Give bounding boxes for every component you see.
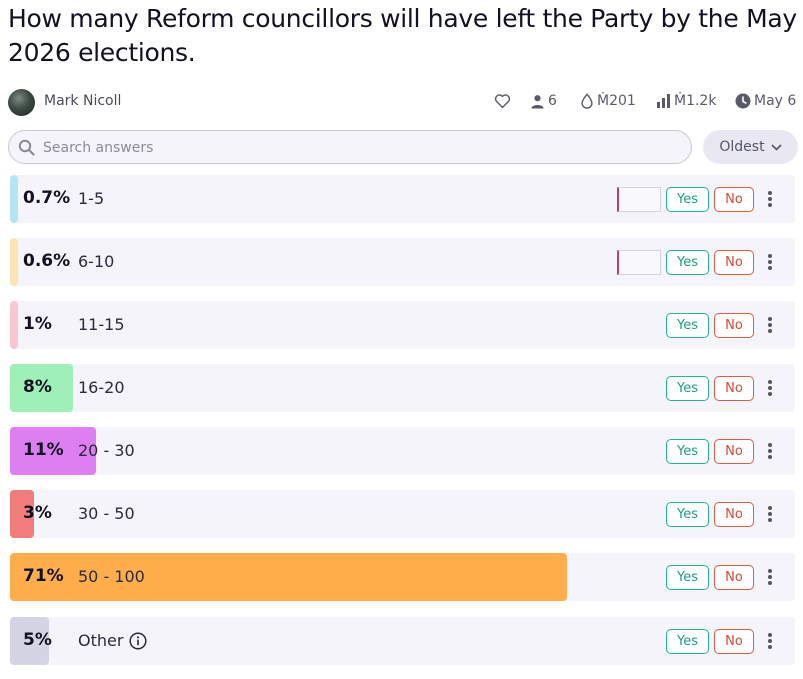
more-vertical-icon[interactable] xyxy=(764,315,776,335)
answer-row[interactable]: 11% 20 - 30 Yes No xyxy=(10,427,795,475)
avatar[interactable] xyxy=(8,89,35,116)
buy-yes-button[interactable]: Yes xyxy=(666,565,709,590)
buy-no-button[interactable]: No xyxy=(714,376,754,401)
traders-stat[interactable]: 6 xyxy=(530,93,557,109)
answer-label: 11-15 xyxy=(78,315,125,334)
more-vertical-icon[interactable] xyxy=(764,567,776,587)
search-bar[interactable] xyxy=(8,130,692,165)
answer-text: 16-20 xyxy=(78,378,125,397)
clock-icon xyxy=(735,93,751,109)
more-vertical-icon[interactable] xyxy=(764,378,776,398)
buy-yes-button[interactable]: Yes xyxy=(666,439,709,464)
buy-yes-button[interactable]: Yes xyxy=(666,629,709,654)
answer-text: 20 - 30 xyxy=(78,441,135,460)
answer-label: 6-10 xyxy=(78,252,114,271)
buy-no-button[interactable]: No xyxy=(714,565,754,590)
answer-percent: 71% xyxy=(23,566,64,586)
answer-percent: 0.7% xyxy=(23,188,71,208)
buy-yes-button[interactable]: Yes xyxy=(666,313,709,338)
answer-text: 11-15 xyxy=(78,315,125,334)
bar-chart-icon xyxy=(657,94,670,108)
buy-no-button[interactable]: No xyxy=(714,187,754,212)
answer-percent: 5% xyxy=(23,630,52,650)
position-indicator xyxy=(617,187,661,212)
answer-label: 20 - 30 xyxy=(78,441,135,460)
answer-label: 1-5 xyxy=(78,189,104,208)
sort-dropdown[interactable]: Oldest xyxy=(703,130,798,164)
answer-row[interactable]: 0.6% 6-10 Yes No xyxy=(10,238,795,286)
more-vertical-icon[interactable] xyxy=(764,252,776,272)
answer-row[interactable]: 8% 16-20 Yes No xyxy=(10,364,795,412)
close-date-stat[interactable]: May 6 xyxy=(735,93,796,109)
answer-text: Other xyxy=(78,631,124,650)
buy-yes-button[interactable]: Yes xyxy=(666,376,709,401)
probability-bar xyxy=(10,238,18,286)
question-title: How many Reform councillors will have le… xyxy=(8,4,797,67)
liquidity-value: Ṁ1.2k xyxy=(674,93,717,109)
search-icon xyxy=(18,139,35,156)
more-vertical-icon[interactable] xyxy=(764,441,776,461)
answer-row[interactable]: 3% 30 - 50 Yes No xyxy=(10,490,795,538)
heart-icon xyxy=(494,94,511,109)
more-vertical-icon[interactable] xyxy=(764,189,776,209)
answer-percent: 11% xyxy=(23,440,64,460)
answer-label: 16-20 xyxy=(78,378,125,397)
volume-value: Ṁ201 xyxy=(597,93,636,109)
more-vertical-icon[interactable] xyxy=(764,504,776,524)
market-meta: Mark Nicoll 6 Ṁ201 Ṁ1.2k May 6 xyxy=(8,88,803,116)
creator-name[interactable]: Mark Nicoll xyxy=(44,93,121,109)
answer-percent: 3% xyxy=(23,503,52,523)
droplet-icon xyxy=(581,93,593,109)
answer-percent: 1% xyxy=(23,314,52,334)
close-date: May 6 xyxy=(754,93,797,109)
buy-yes-button[interactable]: Yes xyxy=(666,250,709,275)
traders-count: 6 xyxy=(548,93,557,109)
user-icon xyxy=(531,94,544,109)
follow-button[interactable] xyxy=(494,93,511,109)
liquidity-stat[interactable]: Ṁ1.2k xyxy=(656,93,716,109)
volume-stat[interactable]: Ṁ201 xyxy=(580,93,636,109)
buy-yes-button[interactable]: Yes xyxy=(666,187,709,212)
answer-percent: 8% xyxy=(23,377,52,397)
answer-label: 50 - 100 xyxy=(78,567,145,586)
search-input[interactable] xyxy=(41,131,685,165)
answer-row[interactable]: 0.7% 1-5 Yes No xyxy=(10,175,795,223)
info-icon[interactable] xyxy=(129,631,147,650)
buy-no-button[interactable]: No xyxy=(714,313,754,338)
answer-text: 1-5 xyxy=(78,189,105,208)
buy-no-button[interactable]: No xyxy=(714,629,754,654)
answer-row[interactable]: 1% 11-15 Yes No xyxy=(10,301,795,349)
sort-label: Oldest xyxy=(719,139,765,155)
answer-percent: 0.6% xyxy=(23,251,71,271)
more-vertical-icon[interactable] xyxy=(764,631,776,651)
chevron-down-icon xyxy=(771,143,782,151)
answer-label: 30 - 50 xyxy=(78,504,135,523)
buy-no-button[interactable]: No xyxy=(714,250,754,275)
buy-no-button[interactable]: No xyxy=(714,502,754,527)
answer-text: 30 - 50 xyxy=(78,504,135,523)
answer-row[interactable]: 5% Other Yes No xyxy=(10,617,795,665)
answer-label: Other xyxy=(78,631,147,650)
buy-no-button[interactable]: No xyxy=(714,439,754,464)
position-indicator xyxy=(617,250,661,275)
answer-text: 50 - 100 xyxy=(78,567,145,586)
answer-text: 6-10 xyxy=(78,252,115,271)
answer-row[interactable]: 71% 50 - 100 Yes No xyxy=(10,553,795,601)
probability-bar xyxy=(10,175,18,223)
probability-bar xyxy=(10,301,18,349)
buy-yes-button[interactable]: Yes xyxy=(666,502,709,527)
